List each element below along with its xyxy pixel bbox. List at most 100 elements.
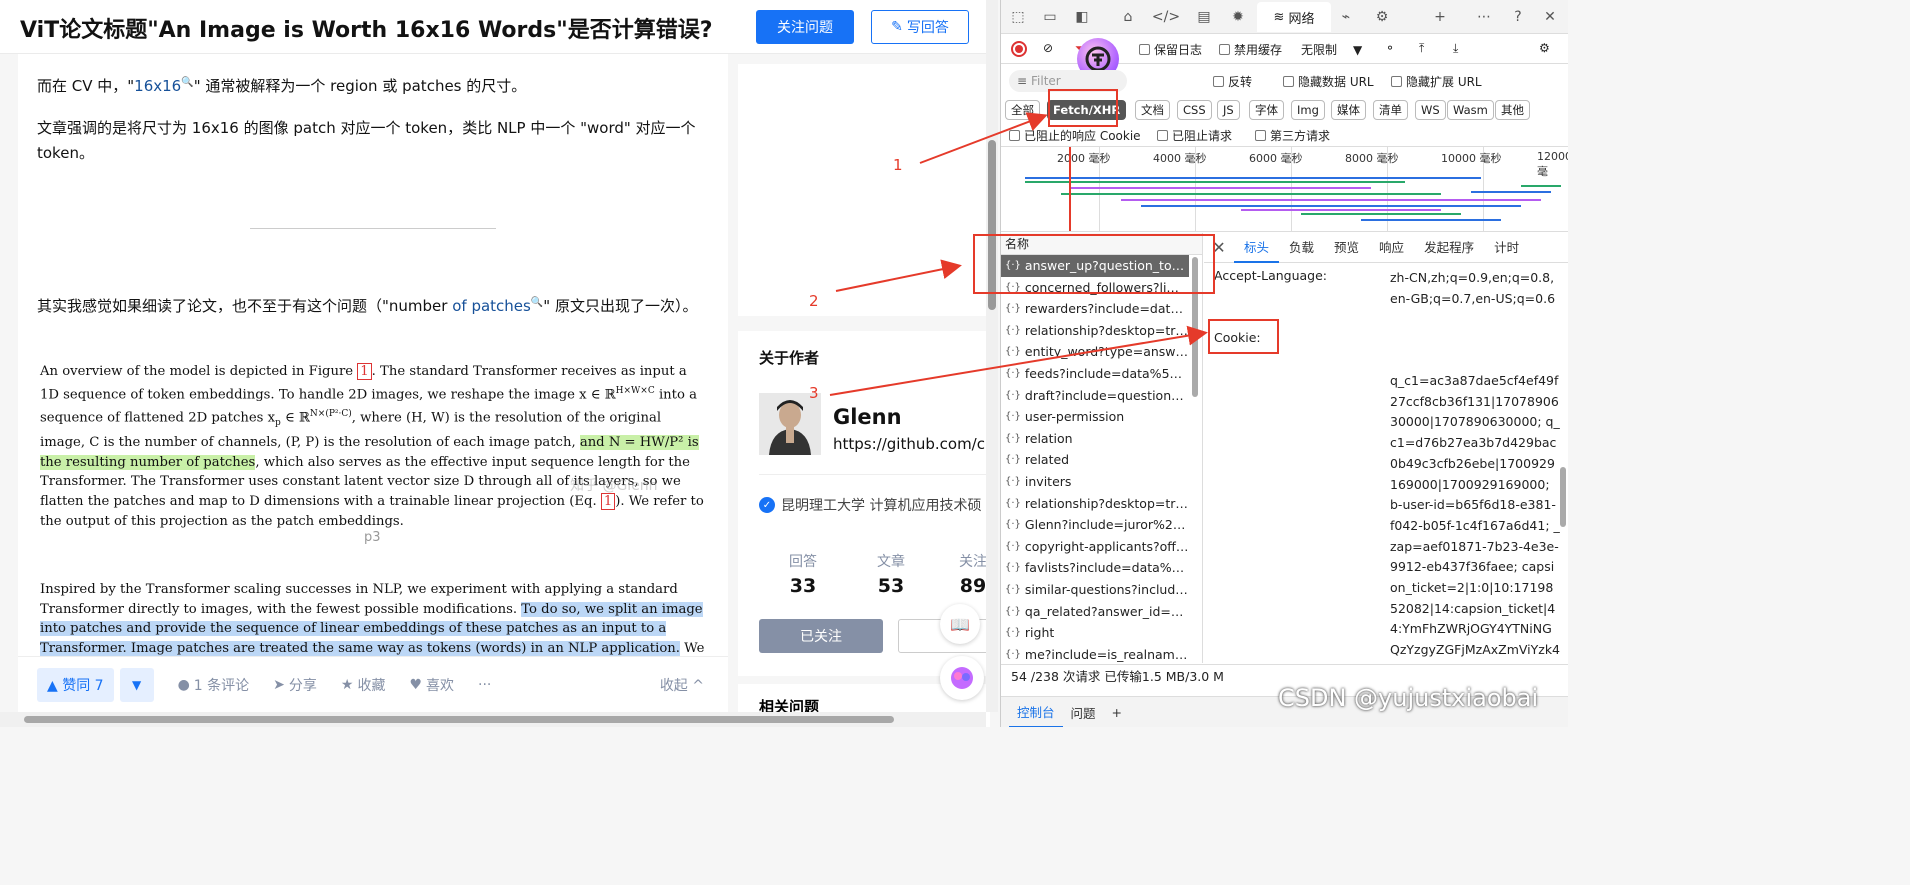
type-filter-11[interactable]: 其他 [1495,100,1530,120]
clear-icon[interactable]: ⊘ [1043,41,1053,55]
ai-assistant-button[interactable] [940,656,984,700]
type-filter-4[interactable]: JS [1217,100,1240,120]
page-scrollbar[interactable] [986,0,998,712]
request-row[interactable]: {·}feeds?include=data%5B*%5... [1001,363,1189,385]
downvote-button[interactable]: ▼ [119,667,154,702]
invert-checkbox[interactable]: 反转 [1213,73,1252,90]
request-row[interactable]: {·} inviters [1001,471,1189,493]
network-settings-gear-icon[interactable]: ⚙ [1539,41,1550,55]
detail-tab-1[interactable]: 负载 [1279,233,1324,263]
request-row[interactable]: {·} relationship?desktop=true [1001,493,1189,515]
detail-tab-4[interactable]: 发起程序 [1414,233,1484,263]
request-list-scrollbar[interactable] [1191,237,1199,657]
request-row[interactable]: {·} related [1001,449,1189,471]
download-icon[interactable]: ⤓ [1453,41,1458,56]
type-filter-10[interactable]: Wasm [1447,100,1494,120]
request-row[interactable]: {·}favlists?include=data%5B*%... [1001,557,1189,579]
question-header: ViT论文标题"An Image is Worth 16x16 Words"是否… [0,0,998,54]
write-answer-button[interactable]: ✎ 写回答 [871,10,969,44]
add-drawer-tab-icon[interactable]: + [1104,705,1130,720]
followed-button[interactable]: 已关注 [759,619,883,653]
blocked-cookie-checkbox[interactable]: 已阻止的响应 Cookie [1009,127,1141,144]
request-row[interactable]: {·}me?include=is_realname%2... [1001,644,1189,663]
sidebar-toggle-icon[interactable]: ◧ [1073,8,1091,26]
timeline-bar [1471,191,1551,193]
blocked-requests-checkbox[interactable]: 已阻止请求 [1157,127,1232,144]
stat-articles[interactable]: 文章 53 [856,551,926,597]
hide-extension-url-checkbox[interactable]: 隐藏扩展 URL [1391,73,1482,90]
detail-tab-5[interactable]: 计时 [1484,233,1529,263]
horizontal-scrollbar[interactable] [0,712,986,727]
detail-tab-2[interactable]: 预览 [1324,233,1369,263]
settings-gear-icon[interactable]: ⚙ [1373,8,1391,26]
type-filter-0[interactable]: 全部 [1005,100,1040,120]
network-timeline[interactable]: 2000 毫秒 4000 毫秒 6000 毫秒 8000 毫秒 10000 毫秒 1200… [1001,146,1568,232]
sources-icon[interactable]: ✹ [1229,8,1247,26]
disable-cache-checkbox[interactable]: 禁用缓存 [1219,41,1282,58]
detail-tab-0[interactable]: 标头 [1234,233,1280,263]
detail-tab-3[interactable]: 响应 [1369,233,1414,263]
collapse-button[interactable]: 收起 ^ [660,675,704,695]
console-icon[interactable]: ▤ [1195,8,1213,26]
request-row[interactable]: {·} relationship?desktop=true [1001,320,1189,342]
like-button[interactable]: ♥ 喜欢 [409,675,454,695]
collect-button[interactable]: ★ 收藏 [341,675,386,695]
reading-mode-button[interactable]: 📖 [940,604,980,644]
comment-button[interactable]: ● 1 条评论 [178,675,250,695]
type-filter-8[interactable]: 清单 [1373,100,1408,120]
request-row[interactable]: {·} copyright-applicants?offset... [1001,536,1189,558]
add-tab-icon[interactable]: + [1431,8,1449,26]
upvote-button[interactable]: ▲ 赞同 7 [37,667,114,702]
scrollbar-thumb[interactable] [1560,467,1566,527]
throttle-select[interactable]: 无限制 ▼ [1301,41,1362,58]
type-filter-6[interactable]: Img [1291,100,1325,120]
follow-question-button[interactable]: 关注问题 [756,10,854,44]
hide-data-url-checkbox[interactable]: 隐藏数据 URL [1283,73,1374,90]
type-filter-9[interactable]: WS [1415,100,1446,120]
tab-issues[interactable]: 问题 [1063,703,1104,722]
help-icon[interactable]: ? [1509,8,1527,26]
filter-placeholder: Filter [1031,74,1061,88]
record-icon[interactable] [1011,41,1027,57]
device-toggle-icon[interactable]: ▭ [1041,8,1059,26]
stat-answers[interactable]: 回答 33 [768,551,838,597]
performance-icon[interactable]: ⌁ [1337,8,1355,26]
preserve-log-checkbox[interactable]: 保留日志 [1139,41,1202,58]
request-row[interactable]: {·} user-permission [1001,406,1189,428]
close-icon[interactable]: ✕ [1541,8,1559,26]
welcome-icon[interactable]: ⌂ [1119,8,1137,26]
verification-text: 昆明理工大学 计算机应用技术硕 [781,498,982,514]
type-filter-2[interactable]: 文档 [1135,100,1170,120]
author-name[interactable]: Glenn [833,405,902,429]
request-row[interactable]: {·} relation [1001,428,1189,450]
keyword-link[interactable]: of patches [452,297,531,315]
type-filter-3[interactable]: CSS [1177,100,1212,120]
third-party-checkbox[interactable]: 第三方请求 [1255,127,1330,144]
share-button[interactable]: ➤ 分享 [273,675,317,695]
request-row[interactable]: {·} similar-questions?include=... [1001,579,1189,601]
more-button[interactable]: ··· [478,677,491,693]
request-row[interactable]: {·}entity_word?type=answer&... [1001,341,1189,363]
keyword-link[interactable]: 16x16 [134,77,181,95]
request-row[interactable]: {·}draft?include=question%2C... [1001,385,1189,407]
tab-console[interactable]: 控制台 [1009,697,1063,727]
blocked-options-row: 已阻止的响应 Cookie 已阻止请求 第三方请求 [1001,126,1568,144]
type-filter-7[interactable]: 媒体 [1331,100,1366,120]
detail-scrollbar[interactable] [1558,267,1568,663]
more-options-icon[interactable]: ⋯ [1475,8,1493,26]
header-values: zh-CN,zh;q=0.9,en;q=0.8,en-GB;q=0.7,en-U… [1390,268,1560,663]
stat-followers[interactable]: 关注 89 [938,551,990,597]
inspect-icon[interactable]: ⬚ [1009,8,1027,26]
elements-icon[interactable]: </> [1152,8,1180,26]
request-row[interactable]: {·} right [1001,622,1189,644]
network-conditions-icon[interactable]: ⚬ [1385,41,1395,55]
tab-network[interactable]: ≋ 网络 [1257,2,1331,32]
request-row[interactable]: {·}qa_related?answer_id=3156... [1001,601,1189,623]
request-row[interactable]: {·}rewarders?include=data%5... [1001,298,1189,320]
type-filter-5[interactable]: 字体 [1249,100,1284,120]
scrollbar-thumb[interactable] [24,716,894,723]
avatar[interactable] [759,393,821,455]
request-row[interactable]: {·}Glenn?include=juror%2Cloc... [1001,514,1189,536]
upload-icon[interactable]: ⤒ [1419,41,1424,56]
author-homepage-link[interactable]: https://github.com/ch [833,435,990,453]
